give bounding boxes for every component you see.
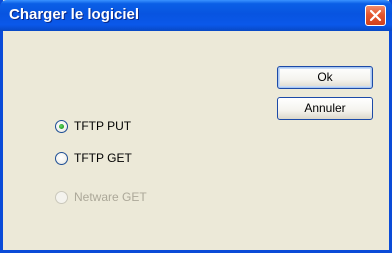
radio-button-disabled xyxy=(55,190,68,204)
ok-button[interactable]: Ok xyxy=(277,66,373,89)
radio-label: Netware GET xyxy=(74,190,147,204)
radio-option-tftp-get[interactable]: TFTP GET xyxy=(55,149,132,167)
radio-button-checked[interactable] xyxy=(55,119,68,133)
radio-option-netware-get: Netware GET xyxy=(55,188,147,206)
close-icon xyxy=(369,9,382,22)
window-title: Charger le logiciel xyxy=(9,6,140,23)
radio-label: TFTP GET xyxy=(74,151,132,165)
radio-button[interactable] xyxy=(55,151,68,165)
close-button[interactable] xyxy=(365,5,386,26)
radio-option-tftp-put[interactable]: TFTP PUT xyxy=(55,117,131,135)
dialog-window: Charger le logiciel Ok Annuler TFTP PUT … xyxy=(0,0,392,253)
title-bar[interactable]: Charger le logiciel xyxy=(0,0,392,31)
radio-label: TFTP PUT xyxy=(74,119,132,133)
cancel-button[interactable]: Annuler xyxy=(277,97,373,120)
